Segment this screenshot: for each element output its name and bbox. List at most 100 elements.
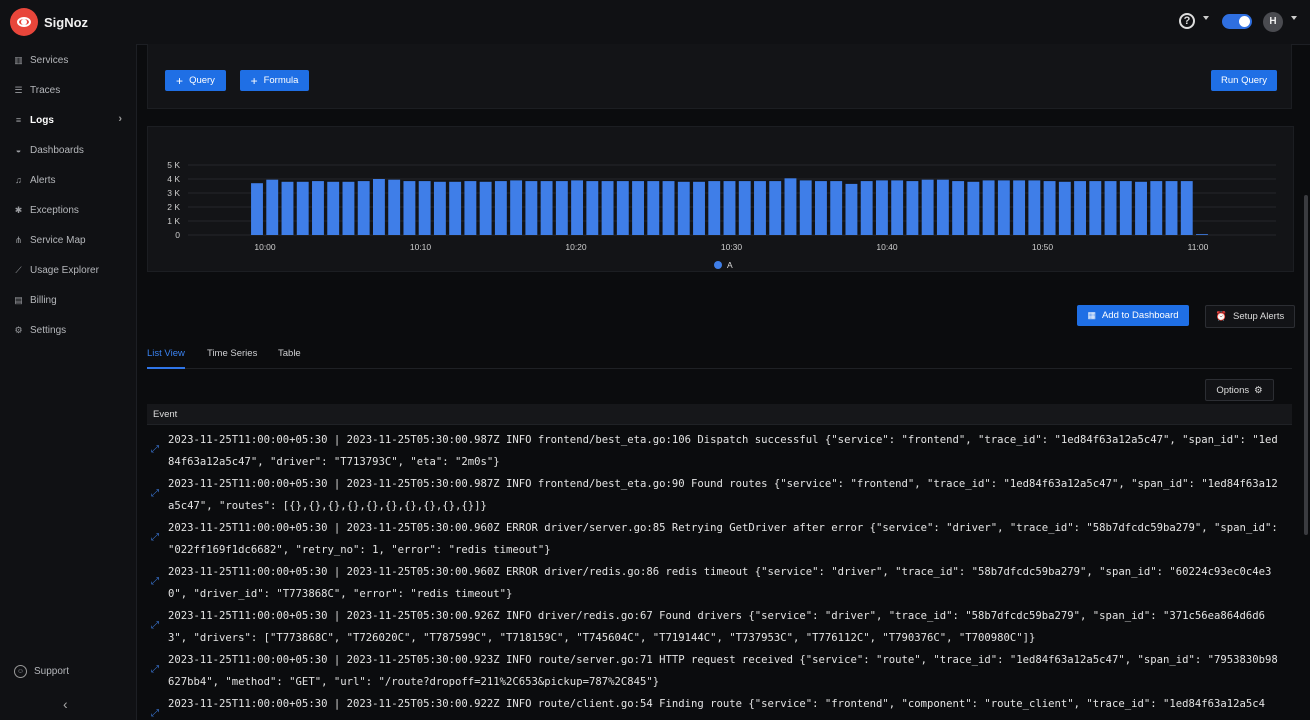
log-row[interactable]: ⤢ 2023-11-25T11:00:00+05:30 | 2023-11-25… bbox=[147, 690, 1282, 720]
logs-chart-panel: 5 K 4 K 3 K 2 K 1 K 0 10:00 10:10 10:20 10:30 10:4… bbox=[147, 126, 1294, 272]
sidebar-item-dashboards[interactable]: ◒ Dashboards bbox=[0, 136, 136, 164]
x-tick-label: 10:50 bbox=[1032, 242, 1054, 252]
add-query-label: Query bbox=[189, 75, 215, 86]
logs-list[interactable]: ⤢ 2023-11-25T11:00:00+05:30 | 2023-11-25… bbox=[147, 426, 1292, 720]
sidebar-item-label: Dashboards bbox=[30, 144, 84, 156]
logs-icon: ≡ bbox=[15, 114, 22, 125]
expand-icon[interactable]: ⤢ bbox=[151, 488, 159, 499]
app-name: SigNoz bbox=[44, 14, 89, 30]
legend-marker bbox=[714, 261, 722, 269]
expand-icon[interactable]: ⤢ bbox=[151, 532, 159, 543]
user-avatar[interactable]: H bbox=[1263, 12, 1283, 32]
collapse-sidebar-icon[interactable]: ‹ bbox=[63, 696, 68, 712]
sidebar-item-billing[interactable]: ▤ Billing bbox=[0, 286, 136, 314]
sidebar-item-service-map[interactable]: ⋔ Service Map bbox=[0, 226, 136, 254]
support-link[interactable]: ☺ Support bbox=[0, 664, 136, 678]
signoz-logo[interactable]: SigNoz bbox=[10, 8, 88, 36]
chart-bar bbox=[1043, 181, 1056, 235]
chart-bar bbox=[952, 181, 965, 235]
chart-bar bbox=[799, 180, 812, 235]
log-row[interactable]: ⤢ 2023-11-25T11:00:00+05:30 | 2023-11-25… bbox=[147, 646, 1282, 690]
tab-table[interactable]: Table bbox=[278, 348, 301, 368]
line-chart-icon: ⟋ bbox=[15, 264, 22, 275]
y-tick-label: 4 K bbox=[167, 174, 180, 184]
y-tick-label: 2 K bbox=[167, 202, 180, 212]
expand-icon[interactable]: ⤢ bbox=[151, 708, 159, 719]
y-tick-label: 1 K bbox=[167, 216, 180, 226]
expand-icon[interactable]: ⤢ bbox=[151, 664, 159, 675]
chart-bar bbox=[494, 181, 507, 235]
sidebar-item-alerts[interactable]: ♫ Alerts bbox=[0, 166, 136, 194]
chart-bar bbox=[540, 181, 553, 235]
sidebar-item-label: Billing bbox=[30, 294, 57, 306]
log-row[interactable]: ⤢ 2023-11-25T11:00:00+05:30 | 2023-11-25… bbox=[147, 514, 1282, 558]
log-text: 2023-11-25T11:00:00+05:30 | 2023-11-25T0… bbox=[168, 566, 1272, 600]
chevron-right-icon: › bbox=[118, 113, 122, 125]
map-icon: ⋔ bbox=[14, 234, 23, 245]
expand-icon[interactable]: ⤢ bbox=[151, 620, 159, 631]
sidebar-item-label: Service Map bbox=[30, 234, 86, 246]
log-text: 2023-11-25T11:00:00+05:30 | 2023-11-25T0… bbox=[168, 654, 1278, 688]
help-icon[interactable]: ? bbox=[1179, 13, 1195, 29]
chart-bar bbox=[388, 179, 401, 235]
chart-bar bbox=[312, 181, 324, 235]
chart-bar bbox=[372, 179, 385, 235]
help-chevron-down-icon[interactable] bbox=[1203, 16, 1209, 20]
chart-bar bbox=[571, 180, 584, 235]
setup-alerts-button[interactable]: ⏰ Setup Alerts bbox=[1205, 305, 1295, 328]
options-label: Options bbox=[1216, 384, 1250, 396]
log-text: 2023-11-25T11:00:00+05:30 | 2023-11-25T0… bbox=[168, 434, 1278, 468]
chart-bar bbox=[251, 183, 263, 235]
chart-bar bbox=[860, 181, 873, 235]
add-formula-button[interactable]: + Formula bbox=[240, 70, 309, 91]
add-to-dashboard-button[interactable]: ▦ Add to Dashboard bbox=[1077, 305, 1189, 326]
chart-bar bbox=[1028, 180, 1041, 235]
log-row[interactable]: ⤢ 2023-11-25T11:00:00+05:30 | 2023-11-25… bbox=[147, 602, 1282, 646]
chart-bar bbox=[997, 180, 1010, 235]
event-header-label: Event bbox=[153, 409, 178, 420]
chart-bar bbox=[1104, 181, 1117, 235]
chart-bar bbox=[632, 181, 644, 235]
sidebar-item-exceptions[interactable]: ✱ Exceptions bbox=[0, 196, 136, 224]
log-row[interactable]: ⤢ 2023-11-25T11:00:00+05:30 | 2023-11-25… bbox=[147, 558, 1282, 602]
log-text: 2023-11-25T11:00:00+05:30 | 2023-11-25T0… bbox=[168, 522, 1285, 556]
chart-bar bbox=[1165, 181, 1178, 235]
tab-list-view[interactable]: List View bbox=[147, 348, 185, 369]
sidebar-item-settings[interactable]: ⚙ Settings bbox=[0, 316, 136, 344]
chart-bar bbox=[738, 181, 751, 235]
dashboard-icon: ▦ bbox=[1087, 310, 1096, 320]
chart-bar bbox=[1074, 181, 1087, 235]
chart-bar bbox=[281, 181, 294, 235]
top-bar: SigNoz ? H bbox=[0, 0, 1310, 45]
add-query-button[interactable]: + Query bbox=[165, 70, 226, 91]
main-content: + Query + Formula Run Query 5 K 4 K 3 K 2 K… bbox=[137, 44, 1310, 720]
sidebar-item-traces[interactable]: ☰ Traces bbox=[0, 76, 136, 104]
log-row[interactable]: ⤢ 2023-11-25T11:00:00+05:30 | 2023-11-25… bbox=[147, 426, 1282, 470]
sidebar-item-logs[interactable]: ≡ Logs › bbox=[0, 106, 136, 134]
theme-toggle[interactable] bbox=[1222, 14, 1252, 29]
log-row[interactable]: ⤢ 2023-11-25T11:00:00+05:30 | 2023-11-25… bbox=[147, 470, 1282, 514]
chart-bar bbox=[357, 181, 370, 235]
sidebar-item-services[interactable]: ▥ Services bbox=[0, 46, 136, 74]
chart-bar bbox=[510, 180, 523, 235]
chart-bar bbox=[555, 181, 568, 235]
x-tick-label: 10:10 bbox=[410, 242, 432, 252]
options-button[interactable]: Options ⚙ bbox=[1205, 379, 1274, 401]
expand-icon[interactable]: ⤢ bbox=[151, 444, 159, 455]
sidebar-item-usage-explorer[interactable]: ⟋ Usage Explorer bbox=[0, 256, 136, 284]
add-to-dashboard-label: Add to Dashboard bbox=[1101, 310, 1179, 321]
chart-bar bbox=[967, 181, 980, 235]
run-query-button[interactable]: Run Query bbox=[1211, 70, 1277, 91]
gear-icon: ⚙ bbox=[1254, 384, 1263, 396]
chart-bar bbox=[662, 181, 675, 235]
chart-bar bbox=[525, 181, 538, 235]
chart-bar bbox=[769, 181, 782, 235]
log-text: 2023-11-25T11:00:00+05:30 | 2023-11-25T0… bbox=[168, 610, 1266, 644]
user-chevron-down-icon[interactable] bbox=[1291, 16, 1297, 20]
chart-bar bbox=[830, 181, 843, 235]
tab-time-series[interactable]: Time Series bbox=[207, 348, 257, 368]
chart-bar bbox=[296, 181, 309, 235]
page-scrollbar[interactable] bbox=[1304, 195, 1308, 535]
expand-icon[interactable]: ⤢ bbox=[151, 576, 159, 587]
sidebar-item-label: Settings bbox=[30, 324, 67, 336]
